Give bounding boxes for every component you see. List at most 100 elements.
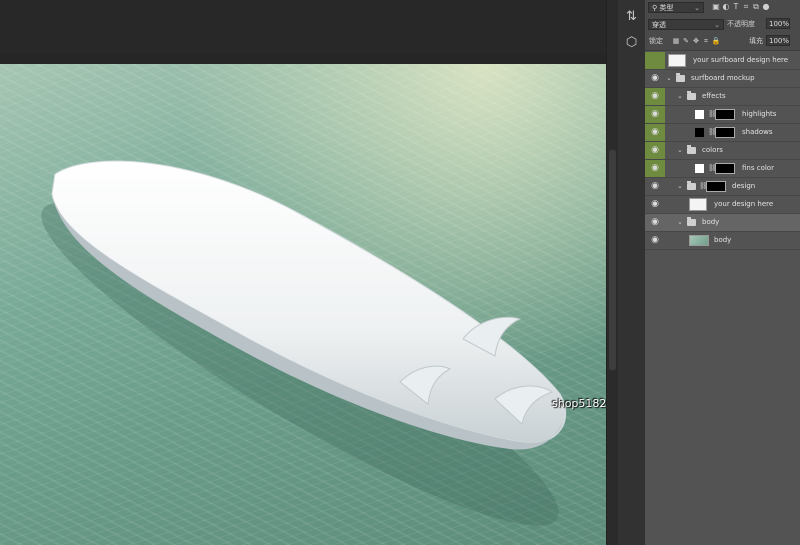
watermark-text: shop518274441.taobao.com	[552, 397, 606, 410]
layer-row[interactable]: ◉ ⌄ ⛓ design	[645, 178, 800, 196]
chevron-down-icon: ⌄	[694, 4, 700, 12]
document-canvas[interactable]: shop518274441.taobao.com	[0, 64, 606, 545]
visibility-toggle[interactable]: ◉	[645, 106, 665, 123]
eye-icon: ◉	[651, 91, 659, 101]
visibility-toggle[interactable]: ◉	[645, 70, 665, 87]
chevron-down-icon[interactable]: ⌄	[677, 178, 685, 195]
adjustment-thumbnail	[695, 164, 704, 173]
layer-name: colors	[702, 146, 723, 154]
layer-row[interactable]: your surfboard design here	[645, 52, 800, 70]
layer-name: shadows	[742, 128, 773, 136]
layer-row[interactable]: ◉ ⌄ body	[645, 214, 800, 232]
chevron-down-icon: ⌄	[714, 21, 720, 29]
layer-row[interactable]: ◉ ⌄ colors	[645, 142, 800, 160]
layer-mask-thumbnail	[715, 109, 735, 120]
layer-name: effects	[702, 92, 726, 100]
lock-transparent-icon[interactable]: ▦	[671, 33, 681, 49]
layer-mask-thumbnail	[715, 163, 735, 174]
filter-toggle-icon[interactable]: ●	[761, 0, 771, 14]
layer-name: body	[714, 236, 732, 244]
smart-object-thumbnail	[689, 198, 707, 211]
layer-row[interactable]: ◉ ⛓ fins color	[645, 160, 800, 178]
lock-artboard-icon[interactable]: ⌗	[701, 33, 711, 49]
folder-icon	[687, 145, 696, 154]
adjustment-thumbnail	[695, 110, 704, 119]
eye-icon: ◉	[651, 163, 659, 173]
panel-dock-strip: ⇅ ⬡	[618, 0, 646, 545]
layer-row[interactable]: ◉ ⌄ surfboard mockup	[645, 70, 800, 88]
lock-label: 锁定	[649, 37, 663, 45]
layer-name: your surfboard design here	[693, 56, 789, 64]
layers-filter-row: ⚲ 类型 ⌄ ▣ ◐ T ⌗ ⧉ ●	[645, 0, 800, 17]
lock-image-icon[interactable]: ✎	[681, 33, 691, 49]
link-icon[interactable]: ⛓	[699, 181, 708, 191]
folder-icon	[687, 181, 696, 190]
link-icon[interactable]: ⛓	[708, 127, 717, 137]
shape-filter-icon[interactable]: ⌗	[741, 0, 751, 14]
lock-row: 锁定 ▦ ✎ ✥ ⌗ 🔒 填充 100%	[645, 32, 800, 51]
layer-name: highlights	[742, 110, 777, 118]
layer-row[interactable]: ◉ body	[645, 232, 800, 250]
layers-list: your surfboard design here ◉ ⌄ surfboard…	[645, 52, 800, 250]
layer-name: design	[732, 182, 756, 190]
image-thumbnail	[689, 235, 709, 246]
layer-mask-thumbnail	[715, 127, 735, 138]
lock-all-icon[interactable]: 🔒	[711, 33, 721, 49]
link-icon[interactable]: ⛓	[708, 163, 717, 173]
visibility-toggle[interactable]: ◉	[645, 232, 665, 249]
layer-row[interactable]: ◉ ⌄ effects	[645, 88, 800, 106]
blend-row: 穿透 ⌄ 不透明度 100%	[645, 16, 800, 33]
layer-name: body	[702, 218, 720, 226]
smart-object-thumbnail	[668, 54, 686, 67]
layer-row[interactable]: ◉ ⛓ shadows	[645, 124, 800, 142]
lock-position-icon[interactable]: ✥	[691, 33, 701, 49]
eye-icon: ◉	[651, 73, 659, 83]
visibility-toggle[interactable]: ◉	[645, 178, 665, 195]
document-tab-bar	[0, 0, 606, 54]
link-icon[interactable]: ⛓	[708, 109, 717, 119]
visibility-toggle[interactable]: ◉	[645, 124, 665, 141]
visibility-toggle[interactable]: ◉	[645, 142, 665, 159]
blend-mode-value: 穿透	[652, 21, 666, 29]
fill-input[interactable]: 100%	[766, 35, 790, 46]
eye-icon: ◉	[651, 181, 659, 191]
surfboard-image	[41, 160, 567, 526]
chevron-down-icon[interactable]: ⌄	[677, 88, 685, 105]
visibility-toggle[interactable]: ◉	[645, 196, 665, 213]
chevron-down-icon[interactable]: ⌄	[666, 70, 674, 87]
opacity-input[interactable]: 100%	[766, 18, 790, 29]
smart-object-filter-icon[interactable]: ⧉	[751, 0, 761, 14]
eye-icon: ◉	[651, 145, 659, 155]
folder-icon	[687, 91, 696, 100]
filter-kind-select[interactable]: ⚲ 类型 ⌄	[648, 2, 704, 13]
visibility-toggle[interactable]: ◉	[645, 160, 665, 177]
layer-row[interactable]: ◉ your design here	[645, 196, 800, 214]
layer-mask-thumbnail	[706, 181, 726, 192]
fill-label: 填充	[749, 37, 763, 45]
chevron-down-icon[interactable]: ⌄	[677, 214, 685, 231]
opacity-label: 不透明度	[727, 20, 755, 28]
layer-name: fins color	[742, 164, 774, 172]
adjustments-icon[interactable]: ⇅	[623, 8, 640, 25]
3d-cube-icon[interactable]: ⬡	[623, 34, 640, 51]
pixel-filter-icon[interactable]: ▣	[711, 0, 721, 14]
visibility-toggle[interactable]	[645, 52, 665, 69]
type-filter-icon[interactable]: T	[731, 0, 741, 14]
chevron-down-icon[interactable]: ⌄	[677, 142, 685, 159]
eye-icon: ◉	[651, 109, 659, 119]
visibility-toggle[interactable]: ◉	[645, 88, 665, 105]
eye-icon: ◉	[651, 217, 659, 227]
adjustment-filter-icon[interactable]: ◐	[721, 0, 731, 14]
layers-panel: ⚲ 类型 ⌄ ▣ ◐ T ⌗ ⧉ ● 穿透 ⌄ 不透明度 100% 锁定 ▦ ✎ ✥ ⌗ 🔒 填充 1…	[645, 0, 800, 545]
canvas-top-gap	[0, 54, 606, 64]
folder-icon	[676, 73, 685, 82]
folder-icon	[687, 217, 696, 226]
scrollbar-thumb[interactable]	[609, 150, 616, 370]
layer-name: surfboard mockup	[691, 74, 755, 82]
adjustment-thumbnail	[695, 128, 704, 137]
blend-mode-select[interactable]: 穿透 ⌄	[648, 19, 724, 30]
eye-icon: ◉	[651, 127, 659, 137]
visibility-toggle[interactable]: ◉	[645, 214, 665, 231]
eye-icon: ◉	[651, 199, 659, 209]
layer-row[interactable]: ◉ ⛓ highlights	[645, 106, 800, 124]
